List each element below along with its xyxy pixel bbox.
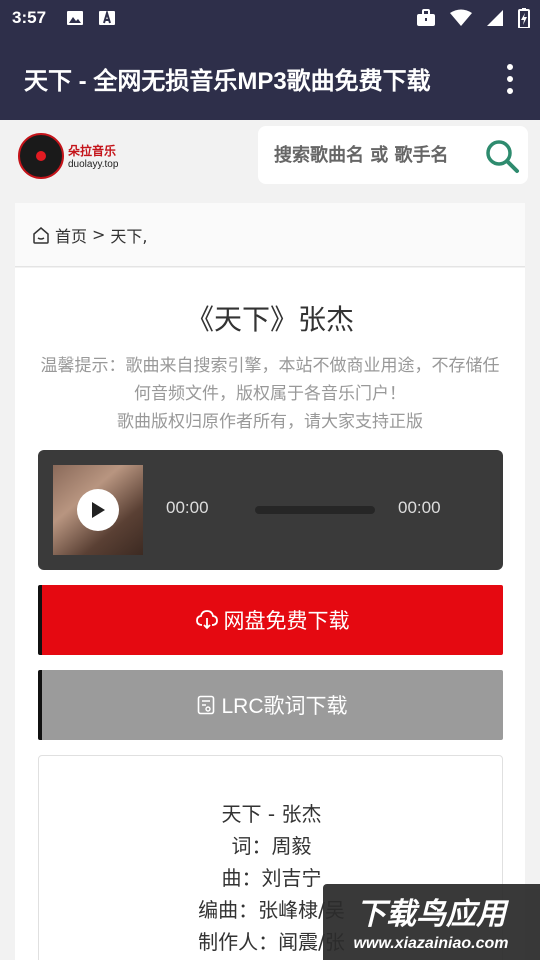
logo-name: 朵拉音乐 xyxy=(68,144,117,158)
overflow-dot xyxy=(507,88,513,94)
watermark-logo: 下载鸟应用 www.xiazainiao.com xyxy=(323,884,540,960)
site-logo[interactable]: 朵拉音乐 duolayy.top xyxy=(18,130,138,182)
song-content: 《天下》张杰 温馨提示：歌曲来自搜索引擎，本站不做商业用途，不存储任何音频文件，… xyxy=(15,268,525,960)
notice-line: 温馨提示：歌曲来自搜索引擎，本站不做商业用途，不存储任何音频文件，版权属于各音乐… xyxy=(40,356,500,404)
vinyl-disc-icon xyxy=(18,133,64,179)
breadcrumb-separator: > xyxy=(92,225,106,244)
status-bar: 3:57 xyxy=(0,0,540,36)
site-header: 朵拉音乐 duolayy.top xyxy=(0,120,540,192)
song-title: 《天下》张杰 xyxy=(185,303,354,336)
play-button[interactable] xyxy=(77,489,119,531)
overflow-menu-button[interactable] xyxy=(498,64,522,94)
progress-bar[interactable] xyxy=(255,506,375,514)
lrc-download-button[interactable]: LRC歌词下载 xyxy=(38,670,503,740)
search-box xyxy=(258,126,528,184)
signal-icon xyxy=(487,10,503,26)
svg-text:下载鸟应用: 下载鸟应用 xyxy=(356,897,510,932)
logo-text: 朵拉音乐 duolayy.top xyxy=(68,142,118,170)
lyric-line: 词：周毅 xyxy=(231,834,312,858)
notice-line: 歌曲版权归原作者所有，请大家支持正版 xyxy=(117,412,423,432)
download-label: 网盘免费下载 xyxy=(223,609,350,633)
album-cover xyxy=(53,465,143,555)
logo-domain: duolayy.top xyxy=(68,159,119,170)
work-profile-icon xyxy=(417,9,435,26)
app-title: 天下 - 全网无损音乐MP3歌曲免费下载 xyxy=(24,67,431,95)
breadcrumb: 首页 > 天下, xyxy=(15,203,525,267)
copyright-notice: 温馨提示：歌曲来自搜索引擎，本站不做商业用途，不存储任何音频文件，版权属于各音乐… xyxy=(35,352,505,436)
wifi-icon xyxy=(450,9,472,26)
battery-icon xyxy=(518,8,530,28)
svg-text:www.xiazainiao.com: www.xiazainiao.com xyxy=(353,935,508,952)
play-icon xyxy=(92,502,105,518)
lyrics-file-icon xyxy=(198,695,215,715)
overflow-dot xyxy=(507,64,513,70)
breadcrumb-home-link[interactable]: 首页 xyxy=(55,223,87,247)
current-time: 00:00 xyxy=(166,498,209,517)
lyric-line: 天下 - 张杰 xyxy=(221,802,322,826)
status-time: 3:57 xyxy=(12,8,47,27)
image-notification-icon xyxy=(67,11,84,25)
search-icon[interactable] xyxy=(484,138,520,174)
overflow-dot xyxy=(507,76,513,82)
home-icon xyxy=(33,226,49,244)
cloud-download-button[interactable]: 网盘免费下载 xyxy=(38,585,503,655)
app-bar: 天下 - 全网无损音乐MP3歌曲免费下载 xyxy=(0,36,540,120)
cloud-download-icon xyxy=(195,610,218,630)
search-input[interactable] xyxy=(274,144,464,166)
total-time: 00:00 xyxy=(398,498,441,517)
audio-player: 00:00 00:00 xyxy=(38,450,503,570)
lrc-label: LRC歌词下载 xyxy=(221,695,348,718)
font-notification-icon xyxy=(99,10,116,25)
breadcrumb-current: 天下, xyxy=(110,226,148,246)
